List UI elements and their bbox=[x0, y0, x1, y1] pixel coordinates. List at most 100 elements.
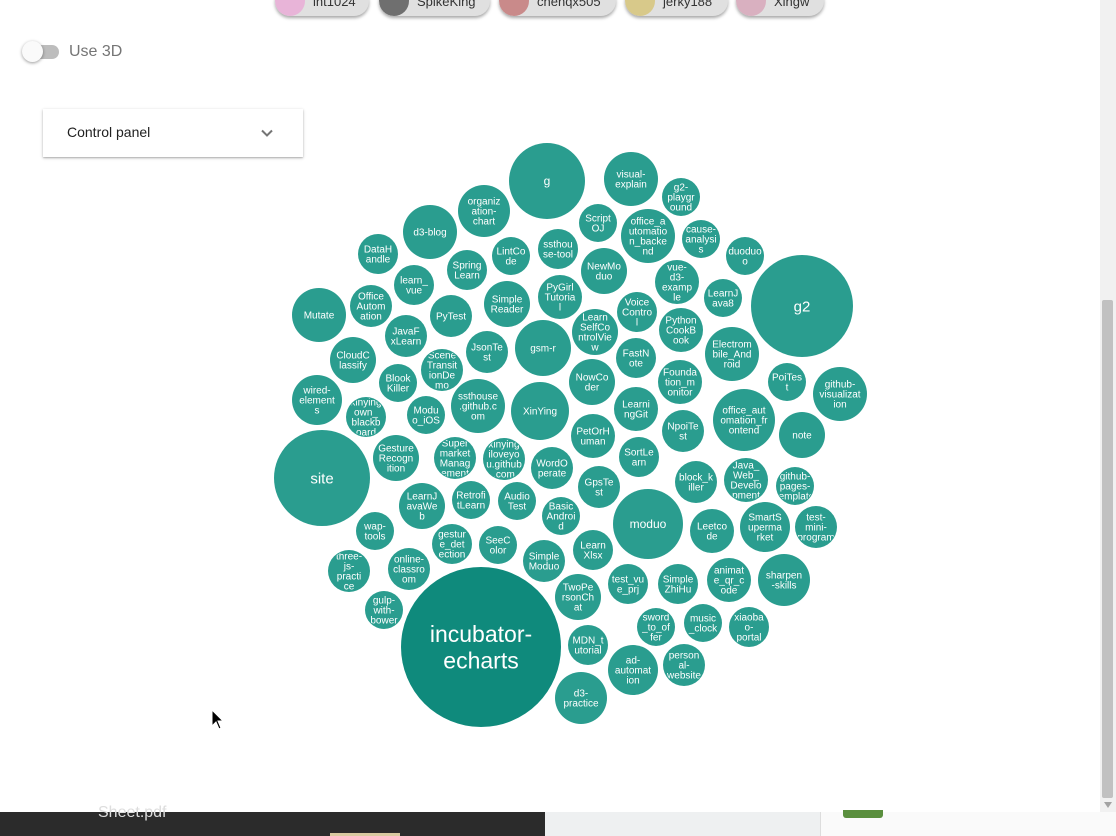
repo-bubble[interactable]: g bbox=[509, 143, 585, 219]
repo-bubble[interactable]: LearnJ avaWe b bbox=[399, 483, 445, 529]
repo-bubble[interactable]: Retrofi tLearn bbox=[452, 481, 490, 519]
repo-bubble[interactable]: office_aut omation_fr ontend bbox=[713, 389, 775, 451]
repo-bubble[interactable]: Office Autom ation bbox=[350, 285, 392, 327]
repo-bubble[interactable]: music _clock bbox=[684, 604, 722, 642]
repo-bubble[interactable]: GpsTe st bbox=[578, 466, 620, 508]
repo-bubble[interactable]: person al-website bbox=[663, 644, 705, 686]
repo-bubble[interactable]: Java_ Web_ Develo pment bbox=[724, 458, 768, 502]
repo-bubble[interactable]: SortLe arn bbox=[619, 437, 659, 477]
repo-bubble[interactable]: JavaF xLearn bbox=[385, 315, 427, 357]
repo-bubble[interactable]: JsonTe st bbox=[466, 331, 508, 373]
repo-bubble[interactable]: g2 bbox=[751, 255, 853, 357]
repo-bubble[interactable]: moduo bbox=[613, 489, 683, 559]
repo-bubble[interactable]: ad-automat ion bbox=[608, 645, 658, 695]
repo-bubble[interactable]: Learn SelfCo ntrolVie w bbox=[572, 309, 618, 355]
repo-bubble[interactable]: note bbox=[779, 412, 825, 458]
repo-bubble[interactable]: Mutate bbox=[292, 288, 346, 342]
repo-bubble[interactable]: LintCo de bbox=[492, 237, 530, 275]
taskbar-item-pdf[interactable]: Sheet.pdf bbox=[0, 804, 545, 836]
repo-bubble[interactable]: Audio Test bbox=[498, 482, 536, 520]
repo-bubble-label: Simple ZhiHu bbox=[663, 575, 694, 596]
control-panel-expander[interactable]: Control panel bbox=[43, 109, 303, 157]
repo-bubble[interactable]: xinying own_ blackb oard bbox=[346, 397, 386, 439]
repo-bubble[interactable]: d3-practice bbox=[555, 672, 607, 724]
repo-bubble[interactable]: MDN_t utorial bbox=[568, 625, 608, 665]
repo-bubble[interactable]: DataH andle bbox=[358, 234, 398, 274]
repo-bubble[interactable]: Voice Contro l bbox=[617, 292, 657, 332]
repo-bubble[interactable]: github-visualizat ion bbox=[813, 367, 867, 421]
repo-bubble[interactable]: Python CookB ook bbox=[659, 308, 703, 352]
repo-bubble-label: incubator-echarts bbox=[430, 621, 532, 673]
repo-bubble[interactable]: sword _to_of fer bbox=[637, 608, 675, 646]
repo-bubble[interactable]: Simple ZhiHu bbox=[658, 564, 698, 604]
repo-bubble[interactable]: site bbox=[274, 430, 370, 526]
repo-bubble[interactable]: block_k iller bbox=[675, 461, 717, 503]
taskbar-green-app-icon[interactable] bbox=[843, 810, 883, 818]
repo-bubble[interactable]: Script OJ bbox=[579, 204, 617, 242]
repo-bubble[interactable]: ssthouse .github.c om bbox=[451, 379, 505, 433]
repo-bubble[interactable]: SmartS uperma rket bbox=[740, 502, 790, 552]
repo-bubble[interactable]: sharpen -skills bbox=[758, 554, 810, 606]
scroll-down-arrow-icon[interactable] bbox=[1100, 798, 1116, 812]
repo-bubble[interactable]: Gesture Recogn ition bbox=[373, 435, 419, 481]
repo-bubble[interactable]: wap-tools bbox=[356, 512, 394, 550]
repo-bubble[interactable]: Simple Reader bbox=[484, 281, 530, 327]
repo-bubble[interactable]: Electrom bile_And roid bbox=[705, 327, 759, 381]
repo-bubble[interactable]: test_vu e_prj bbox=[608, 564, 648, 604]
repo-bubble[interactable]: vue-d3-examp le bbox=[655, 260, 699, 304]
repo-bubble[interactable]: Simple Moduo bbox=[523, 540, 565, 582]
repo-bubble[interactable]: duoduo o bbox=[726, 237, 764, 275]
repo-bubble[interactable]: ssthou se-tool bbox=[538, 229, 578, 269]
repo-bubble[interactable]: NpoiTe st bbox=[662, 410, 704, 452]
repo-bubble[interactable]: Scene Transit ionDe mo bbox=[421, 349, 463, 392]
repo-bubble[interactable]: incubator-echarts bbox=[401, 567, 561, 727]
repo-bubble[interactable]: Spring Learn bbox=[447, 250, 487, 290]
repo-bubble[interactable]: cause-analysi s bbox=[682, 220, 720, 258]
page-content: int1024 SpikeKing chenqx505 jerky188 Xingw U… bbox=[0, 0, 1100, 812]
repo-bubble[interactable]: NewMo duo bbox=[581, 248, 627, 294]
repo-bubble[interactable]: gestur e_det ection bbox=[432, 524, 472, 564]
repo-bubble[interactable]: TwoPe rsonCh at bbox=[555, 574, 601, 620]
repo-bubble[interactable]: organiz ation-chart bbox=[458, 185, 510, 237]
repo-bubble[interactable]: Blook Killer bbox=[379, 364, 417, 402]
taskbar-item-pdf-label: Sheet.pdf bbox=[98, 804, 167, 821]
repo-bubble-label: ssthou se-tool bbox=[543, 240, 573, 261]
repo-bubble[interactable]: PyGirl Tutoria l bbox=[538, 275, 582, 319]
repo-bubble[interactable]: Modu o_iOS bbox=[407, 396, 445, 434]
repo-bubble[interactable]: github-pages-template bbox=[776, 467, 815, 505]
repo-bubble[interactable]: XinYing bbox=[511, 382, 569, 440]
repo-bubble[interactable]: PoiTes t bbox=[768, 363, 806, 401]
repo-bubble[interactable]: xinying iloveyo u.github .com bbox=[483, 438, 525, 481]
repo-bubble[interactable]: office_a utomatio n_backe nd bbox=[621, 209, 675, 263]
repo-bubble[interactable]: Basic Androi d bbox=[542, 497, 580, 535]
repo-bubble[interactable]: xiaoba o-portal bbox=[729, 607, 769, 647]
repo-bubble[interactable]: online-classro om bbox=[388, 548, 430, 590]
taskbar-item-blank[interactable] bbox=[545, 812, 820, 836]
repo-bubble[interactable]: test-mini-program bbox=[795, 506, 837, 548]
repo-bubble[interactable]: PyTest bbox=[430, 295, 472, 337]
repo-bubble[interactable]: FastN ote bbox=[616, 338, 656, 378]
repo-bubble[interactable]: PetOrH uman bbox=[571, 414, 615, 458]
repo-bubble[interactable]: three-js-practi ce bbox=[328, 550, 370, 593]
repo-bubble[interactable]: Founda tion_m onitor bbox=[658, 360, 702, 404]
repo-bubble[interactable]: visual-explain bbox=[604, 152, 658, 206]
repo-bubble[interactable]: Learn Xlsx bbox=[573, 530, 613, 570]
repo-bubble[interactable]: d3-blog bbox=[403, 205, 457, 259]
repo-bubble[interactable]: learn_ vue bbox=[394, 265, 434, 305]
repo-bubble[interactable]: WordO perate bbox=[531, 447, 573, 489]
repo-bubble[interactable]: Super market Manag ement bbox=[434, 437, 476, 480]
repo-bubble[interactable]: g2-playgr ound bbox=[662, 178, 700, 216]
repo-bubble[interactable]: animat e_qr_c ode bbox=[707, 558, 751, 602]
repo-bubble[interactable]: wired-element s bbox=[292, 375, 342, 425]
repo-bubble[interactable]: gulp-with-bower bbox=[365, 591, 403, 629]
scrollbar-thumb[interactable] bbox=[1102, 300, 1113, 798]
repo-bubble[interactable]: SeeC olor bbox=[479, 526, 517, 564]
chevron-down-icon[interactable] bbox=[260, 126, 274, 140]
repo-bubble[interactable]: Leetco de bbox=[690, 509, 734, 553]
repo-bubble[interactable]: NowCo der bbox=[569, 359, 615, 405]
repo-bubble[interactable]: Learni ngGit bbox=[614, 387, 658, 431]
repo-bubble[interactable]: CloudC lassify bbox=[330, 337, 376, 383]
repo-bubble[interactable]: LearnJ ava8 bbox=[704, 279, 742, 317]
repo-bubble[interactable]: gsm-r bbox=[515, 320, 571, 376]
repo-bubble-label: PetOrH uman bbox=[576, 427, 609, 448]
